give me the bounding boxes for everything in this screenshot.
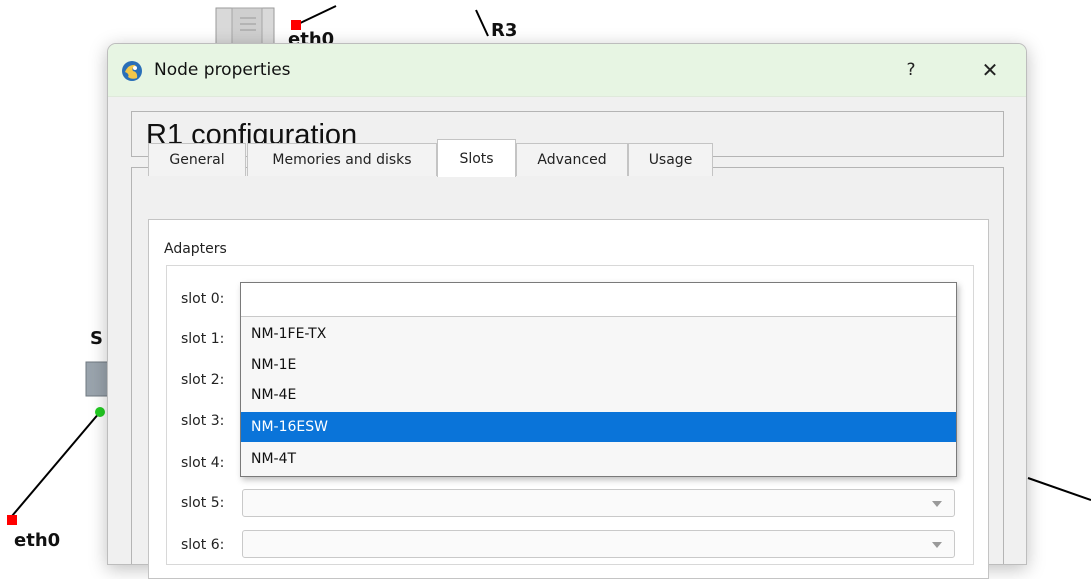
slot-5-label: slot 5: — [181, 495, 225, 511]
interface-label: eth0 — [14, 530, 61, 551]
link-line[interactable] — [295, 5, 337, 26]
link-line[interactable] — [475, 9, 489, 37]
help-button[interactable]: ? — [894, 52, 928, 88]
close-button[interactable]: ✕ — [970, 52, 1010, 88]
server-icon[interactable] — [215, 7, 275, 45]
tab-advanced[interactable]: Advanced — [516, 143, 628, 176]
port-indicator[interactable] — [95, 407, 105, 417]
dropdown-option[interactable]: NM-4E — [241, 381, 956, 409]
link-line[interactable] — [1027, 477, 1091, 501]
dropdown-option[interactable]: NM-4T — [241, 444, 956, 474]
chevron-down-icon — [932, 501, 942, 507]
node-label-r3: R3 — [491, 20, 518, 41]
slot-1-label: slot 1: — [181, 331, 225, 347]
slot-3-label: slot 3: — [181, 413, 225, 429]
slot-4-label: slot 4: — [181, 455, 225, 471]
adapters-group-label: Adapters — [164, 241, 227, 257]
tab-general[interactable]: General — [148, 143, 246, 176]
dialog-title: Node properties — [154, 60, 291, 80]
slot-0-select[interactable] — [241, 283, 956, 317]
slot-0-dropdown-list[interactable]: NM-1FE-TX NM-1E NM-4E NM-16ESW NM-4T — [240, 282, 957, 477]
slot-6-select[interactable] — [242, 530, 955, 558]
dropdown-option[interactable]: NM-1FE-TX — [241, 319, 956, 349]
slot-6-label: slot 6: — [181, 537, 225, 553]
tab-usage[interactable]: Usage — [628, 143, 713, 176]
dialog-titlebar[interactable]: Node properties ? ✕ — [108, 44, 1026, 97]
switch-icon[interactable] — [85, 361, 109, 397]
dropdown-option-highlighted[interactable]: NM-16ESW — [241, 412, 956, 442]
slot-5-select[interactable] — [242, 489, 955, 517]
slot-2-label: slot 2: — [181, 372, 225, 388]
dropdown-option[interactable]: NM-1E — [241, 351, 956, 379]
slot-0-label: slot 0: — [181, 291, 225, 307]
link-line[interactable] — [11, 411, 101, 517]
gns3-app-icon — [121, 60, 143, 82]
tab-slots[interactable]: Slots — [437, 139, 516, 177]
node-label-switch: S — [90, 328, 103, 349]
tab-memories-and-disks[interactable]: Memories and disks — [247, 143, 437, 176]
chevron-down-icon — [932, 542, 942, 548]
port-indicator[interactable] — [7, 515, 17, 525]
